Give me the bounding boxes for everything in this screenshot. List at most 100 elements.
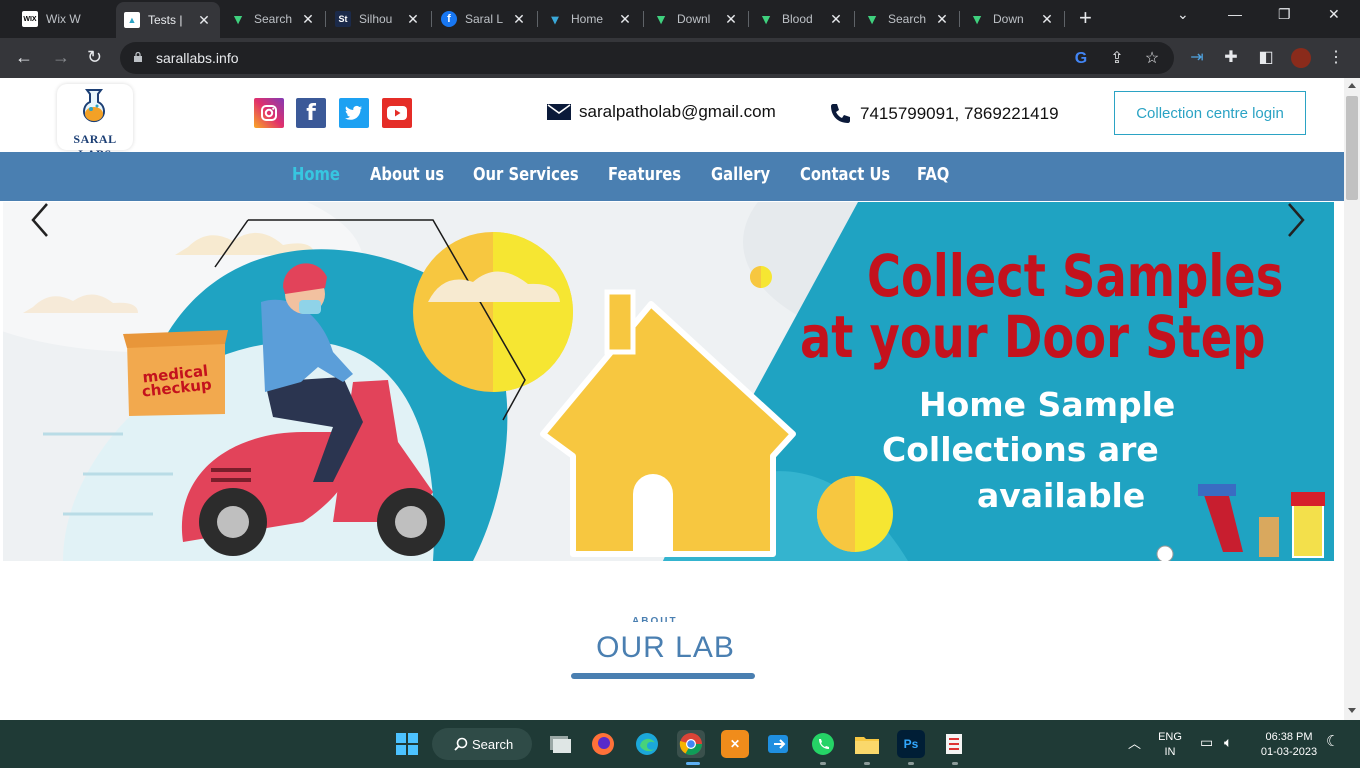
taskbar-search[interactable]: Search: [432, 728, 532, 760]
close-icon[interactable]: ✕: [934, 11, 950, 28]
running-indicator: [952, 762, 958, 765]
send-arrow-icon[interactable]: [765, 730, 793, 758]
whatsapp-icon[interactable]: [809, 730, 837, 758]
close-icon[interactable]: ✕: [300, 11, 316, 28]
back-icon[interactable]: ←: [15, 47, 33, 67]
tab-blood[interactable]: ▼ Blood ✕: [750, 4, 852, 34]
edge-icon[interactable]: [633, 730, 661, 758]
tab-divider: [431, 11, 432, 27]
firefox-icon[interactable]: [589, 730, 617, 758]
browser-tab-strip: WIX Wix W ▲ Tests | ✕ ▼ Search ✕ St Silh…: [0, 0, 1360, 38]
side-panel-icon[interactable]: ◧: [1256, 48, 1276, 68]
tab-down-2[interactable]: ▼ Down ✕: [961, 4, 1063, 34]
twitter-icon[interactable]: [339, 98, 369, 128]
tab-divider: [748, 11, 749, 27]
running-indicator: [908, 762, 914, 765]
extension-arrow-icon[interactable]: ⇥: [1187, 48, 1207, 68]
volume-icon[interactable]: 🔈︎: [1224, 735, 1232, 750]
tab-divider: [959, 11, 960, 27]
running-indicator: [864, 762, 870, 765]
tab-home[interactable]: ▾ Home ✕: [539, 4, 641, 34]
restore-icon[interactable]: ❐: [1278, 6, 1291, 23]
tab-title: Wix W: [46, 12, 81, 26]
window-close-icon[interactable]: ✕: [1328, 6, 1340, 23]
tab-title: Search: [254, 12, 293, 26]
browser-toolbar: ← → ↻ sarallabs.info G ⇪ ☆ ⇥ ✚ ◧ ⋮: [0, 38, 1360, 78]
collection-centre-login-button[interactable]: Collection centre login: [1114, 91, 1306, 135]
v-icon: ▼: [231, 11, 245, 27]
main-nav: Home About us Our Services Features Gall…: [0, 152, 1344, 201]
tab-divider: [325, 11, 326, 27]
tab-saral-fb[interactable]: f Saral L ✕: [433, 4, 535, 34]
profile-avatar[interactable]: [1291, 48, 1311, 68]
lock-icon: [134, 52, 142, 62]
tab-title: Downl: [677, 12, 711, 26]
google-icon[interactable]: G: [1072, 50, 1090, 68]
tab-search-chevron-icon[interactable]: ⌄: [1177, 6, 1189, 23]
carousel-next-icon[interactable]: [1286, 202, 1306, 238]
close-icon[interactable]: ✕: [1039, 11, 1055, 28]
close-icon[interactable]: ✕: [405, 11, 421, 28]
nav-features[interactable]: Features: [608, 164, 681, 185]
tray-chevron-up-icon[interactable]: ︿: [1128, 736, 1141, 751]
site-logo[interactable]: SARAL LABS: [57, 84, 133, 161]
close-icon[interactable]: ✕: [723, 11, 739, 28]
notification-moon-icon[interactable]: ☾: [1326, 734, 1339, 749]
close-icon[interactable]: ✕: [617, 11, 633, 28]
running-indicator: [686, 762, 700, 765]
language-indicator[interactable]: ENG IN: [1154, 730, 1186, 760]
tab-title: Tests |: [148, 13, 183, 27]
share-icon[interactable]: ⇪: [1108, 50, 1126, 68]
instagram-icon[interactable]: [254, 98, 284, 128]
minimize-icon[interactable]: —: [1228, 6, 1242, 22]
address-bar[interactable]: sarallabs.info G ⇪ ☆: [120, 42, 1174, 74]
nav-our-services[interactable]: Our Services: [473, 164, 579, 185]
hero-carousel: medical checkup Collect Samples at your …: [3, 202, 1334, 561]
tab-wix[interactable]: WIX Wix W: [14, 4, 116, 34]
hero-headline-1: Collect Samples: [867, 242, 1284, 310]
reload-icon[interactable]: ↻: [87, 47, 102, 67]
nav-faq[interactable]: FAQ: [917, 164, 949, 185]
contact-email[interactable]: saralpatholab@gmail.com: [547, 102, 776, 122]
chrome-icon[interactable]: [677, 730, 705, 758]
tab-downl-1[interactable]: ▼ Downl ✕: [645, 4, 747, 34]
new-tab-button[interactable]: +: [1079, 7, 1092, 29]
contact-phone[interactable]: 7415799091, 7869221419: [828, 102, 1059, 126]
close-icon[interactable]: ✕: [511, 11, 527, 28]
nav-home[interactable]: Home: [292, 164, 340, 185]
extensions-puzzle-icon[interactable]: ✚: [1221, 48, 1241, 68]
page-scrollbar[interactable]: [1344, 78, 1360, 720]
photoshop-icon[interactable]: Ps: [897, 730, 925, 758]
nav-about-us[interactable]: About us: [370, 164, 444, 185]
tab-silhou[interactable]: St Silhou ✕: [327, 4, 429, 34]
carousel-prev-icon[interactable]: [30, 202, 50, 238]
hero-headline-2: at your Door Step: [800, 303, 1266, 371]
nav-contact-us[interactable]: Contact Us: [800, 164, 890, 185]
file-explorer-icon[interactable]: [853, 730, 881, 758]
clock[interactable]: 06:38 PM 01-03-2023: [1252, 730, 1326, 760]
close-icon[interactable]: ✕: [196, 12, 212, 29]
scroll-up-icon[interactable]: [1348, 83, 1356, 88]
snipping-tool-icon[interactable]: [941, 730, 969, 758]
youtube-icon[interactable]: [382, 98, 412, 128]
tab-search-2[interactable]: ▼ Search ✕: [856, 4, 958, 34]
tab-tests[interactable]: ▲ Tests | ✕: [116, 2, 220, 38]
tab-title: Blood: [782, 12, 813, 26]
task-view-icon[interactable]: [546, 730, 574, 758]
web-page: SARAL LABS f saralpatholab@gmail.com 741…: [0, 78, 1344, 720]
windows-start-icon[interactable]: [393, 730, 421, 758]
v-icon: ▼: [865, 11, 879, 27]
facebook-icon: f: [441, 11, 457, 27]
tab-divider: [854, 11, 855, 27]
network-icon[interactable]: ▭: [1200, 735, 1213, 750]
scrollbar-thumb[interactable]: [1346, 96, 1358, 200]
close-icon[interactable]: ✕: [828, 11, 844, 28]
xampp-icon[interactable]: ✕: [721, 730, 749, 758]
menu-kebab-icon[interactable]: ⋮: [1326, 48, 1346, 68]
nav-gallery[interactable]: Gallery: [711, 164, 770, 185]
tab-search-1[interactable]: ▼ Search ✕: [222, 4, 324, 34]
scroll-down-icon[interactable]: [1348, 708, 1356, 713]
bookmark-star-icon[interactable]: ☆: [1143, 50, 1161, 68]
facebook-icon[interactable]: f: [296, 98, 326, 128]
forward-icon[interactable]: →: [52, 47, 70, 67]
